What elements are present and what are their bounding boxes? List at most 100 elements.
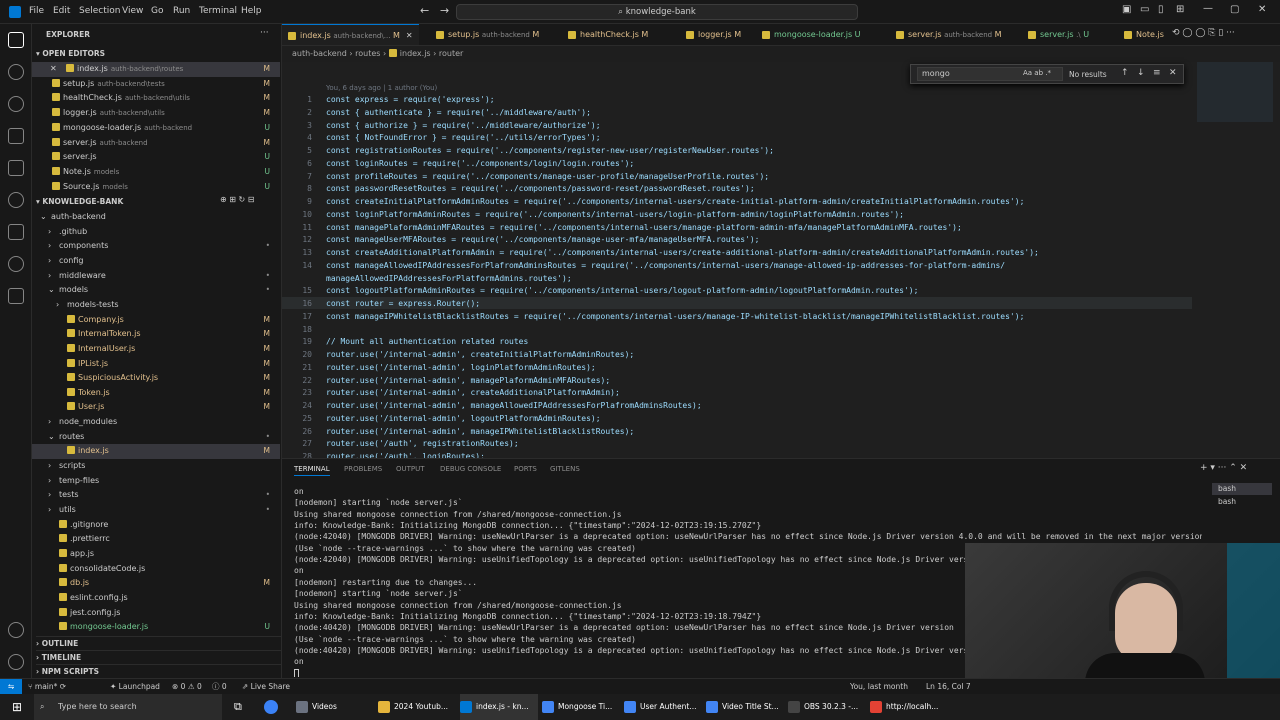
- close-tab-icon[interactable]: ✕: [406, 31, 413, 40]
- taskbar-search[interactable]: ⌕ Type here to search: [34, 694, 222, 720]
- folder-item[interactable]: › middleware •: [32, 269, 280, 284]
- code-line[interactable]: const registrationRoutes = require('../c…: [326, 146, 774, 155]
- open-editor-item[interactable]: Note.js models U: [32, 165, 280, 180]
- taskbar-app[interactable]: OBS 30.2.3 -...: [788, 694, 866, 720]
- maximize-icon[interactable]: ▢: [1230, 4, 1239, 15]
- code-line[interactable]: const { NotFoundError } = require('../ut…: [326, 133, 601, 142]
- folder-item[interactable]: › node_modules: [32, 415, 280, 430]
- code-line[interactable]: const profileRoutes = require('../compon…: [326, 172, 769, 181]
- open-editor-item[interactable]: server.js U: [32, 150, 280, 165]
- close-find-icon[interactable]: ✕: [1169, 68, 1177, 78]
- customize-layout-icon[interactable]: ⊞: [1176, 4, 1184, 15]
- taskbar-app[interactable]: http://localh...: [870, 694, 948, 720]
- minimap[interactable]: [1197, 62, 1273, 122]
- open-editors-header[interactable]: ▾ OPEN EDITORS: [36, 47, 281, 61]
- remote-explorer-icon[interactable]: [8, 192, 24, 208]
- folder-item[interactable]: › scripts: [32, 459, 280, 474]
- file-item[interactable]: .gitignore: [32, 518, 280, 533]
- taskbar-app[interactable]: Videos: [296, 694, 374, 720]
- menu-file[interactable]: File: [29, 6, 44, 16]
- folder-item[interactable]: › .github: [32, 225, 280, 240]
- menu-go[interactable]: Go: [151, 6, 163, 16]
- menu-view[interactable]: View: [122, 6, 143, 16]
- testing-icon[interactable]: [8, 224, 24, 240]
- editor-tab[interactable]: healthCheck.js M: [562, 24, 654, 45]
- branch-status[interactable]: ⑂ main* ⟳: [28, 679, 66, 695]
- minimize-icon[interactable]: —: [1203, 3, 1213, 14]
- code-line[interactable]: const createAdditionalPlatformAdmin = re…: [326, 248, 1039, 257]
- code-line[interactable]: router.use('/internal-admin', manageIPWh…: [326, 427, 634, 436]
- folder-item[interactable]: › utils •: [32, 503, 280, 518]
- panel-toggle-icon[interactable]: ▭: [1140, 4, 1149, 15]
- explorer-toolbar-icons[interactable]: ⊕ ⊞ ↻ ⊟: [220, 195, 254, 204]
- task-view-icon[interactable]: ⧉: [234, 700, 242, 714]
- terminal-instance-bash-2[interactable]: bash: [1212, 496, 1272, 508]
- live-share-status[interactable]: ⇗ Live Share: [242, 679, 290, 695]
- code-line[interactable]: const { authorize } = require('../middle…: [326, 121, 601, 130]
- source-control-icon[interactable]: [8, 96, 24, 112]
- run-debug-icon[interactable]: [8, 128, 24, 144]
- close-icon[interactable]: ✕: [50, 62, 57, 77]
- extensions-icon[interactable]: [8, 160, 24, 176]
- taskbar-app[interactable]: Video Title St...: [706, 694, 784, 720]
- code-line[interactable]: router.use('/internal-admin', loginPlatf…: [326, 363, 596, 372]
- blame-status[interactable]: You, last month: [850, 679, 908, 695]
- panel-actions-icons[interactable]: + ▾ ··· ⌃ ✕: [1200, 463, 1247, 473]
- taskbar-app[interactable]: index.js - kn...: [460, 694, 538, 720]
- taskbar-app[interactable]: 2024 Youtub...: [378, 694, 456, 720]
- code-line[interactable]: const loginPlatformAdminRoutes = require…: [326, 210, 904, 219]
- editor-tab[interactable]: logger.js M: [680, 24, 747, 45]
- windows-start-icon[interactable]: ⊞: [12, 700, 22, 714]
- terminal-instance-bash-1[interactable]: bash: [1212, 483, 1272, 495]
- menu-run[interactable]: Run: [173, 6, 190, 16]
- file-item[interactable]: .prettierrc: [32, 532, 280, 547]
- file-item[interactable]: IPList.js M: [32, 357, 280, 372]
- breadcrumb[interactable]: auth-backend › routes › index.js › route…: [282, 46, 1280, 62]
- close-window-icon[interactable]: ✕: [1258, 4, 1266, 15]
- code-line[interactable]: const passwordResetRoutes = require('../…: [326, 184, 755, 193]
- code-line[interactable]: router.use('/internal-admin', createInit…: [326, 350, 634, 359]
- editor-tab[interactable]: mongoose-loader.js U: [756, 24, 867, 45]
- remote-indicator-icon[interactable]: ⇋: [0, 679, 22, 695]
- editor-tab[interactable]: server.js .\ U: [1022, 24, 1095, 45]
- folder-item[interactable]: › models-tests: [32, 298, 280, 313]
- folder-item[interactable]: › components •: [32, 239, 280, 254]
- next-match-icon[interactable]: ↓: [1137, 68, 1145, 78]
- code-line[interactable]: const manageUserMFARoutes = require('../…: [326, 235, 759, 244]
- open-editor-item[interactable]: logger.js auth-backend\utils M: [32, 106, 280, 121]
- open-editor-item[interactable]: healthCheck.js auth-backend\utils M: [32, 91, 280, 106]
- file-item[interactable]: Token.js M: [32, 386, 280, 401]
- code-line[interactable]: const manageAllowedIPAddressesForPlafrom…: [326, 261, 1005, 270]
- menu-edit[interactable]: Edit: [53, 6, 70, 16]
- editor-tab[interactable]: server.js auth-backend M: [890, 24, 1008, 45]
- file-item[interactable]: SuspiciousActivity.js M: [32, 371, 280, 386]
- editor-tab[interactable]: setup.js auth-backend M: [430, 24, 545, 45]
- tab-gitlens[interactable]: GITLENS: [550, 465, 580, 473]
- file-item[interactable]: mongoose-loader.js U: [32, 620, 280, 635]
- tab-problems[interactable]: PROBLEMS: [344, 465, 382, 473]
- secondary-sidebar-icon[interactable]: ▯: [1158, 4, 1164, 15]
- file-item[interactable]: app.js: [32, 547, 280, 562]
- search-icon[interactable]: [8, 64, 24, 80]
- menu-help[interactable]: Help: [241, 6, 262, 16]
- copilot-icon[interactable]: [264, 700, 278, 714]
- editor-tab[interactable]: index.js auth-backend\... M ✕: [282, 24, 419, 45]
- layout-toggle-icon[interactable]: ▣: [1122, 4, 1131, 15]
- cursor-position[interactable]: Ln 16, Col 7: [926, 679, 971, 695]
- more-actions-icon[interactable]: ···: [260, 28, 269, 38]
- open-editor-item[interactable]: mongoose-loader.js auth-backend U: [32, 121, 280, 136]
- code-line[interactable]: const managePlaformAdminMFARoutes = requ…: [326, 223, 962, 232]
- open-editor-item[interactable]: server.js auth-backend M: [32, 136, 280, 151]
- open-editor-item[interactable]: Source.js models U: [32, 180, 280, 195]
- tab-debug-console[interactable]: DEBUG CONSOLE: [440, 465, 501, 473]
- folder-item[interactable]: ⌄ auth-backend: [32, 210, 280, 225]
- problems-status[interactable]: ⊗ 0 ⚠ 0: [172, 679, 202, 695]
- folder-item[interactable]: ⌄ routes •: [32, 430, 280, 445]
- file-item[interactable]: InternalToken.js M: [32, 327, 280, 342]
- info-status[interactable]: ⓘ 0: [212, 679, 227, 695]
- code-line[interactable]: const loginRoutes = require('../componen…: [326, 159, 634, 168]
- timeline-section[interactable]: › TIMELINE: [36, 650, 281, 664]
- tab-ports[interactable]: PORTS: [514, 465, 537, 473]
- taskbar-app[interactable]: Mongoose Ti...: [542, 694, 620, 720]
- account-icon[interactable]: [8, 622, 24, 638]
